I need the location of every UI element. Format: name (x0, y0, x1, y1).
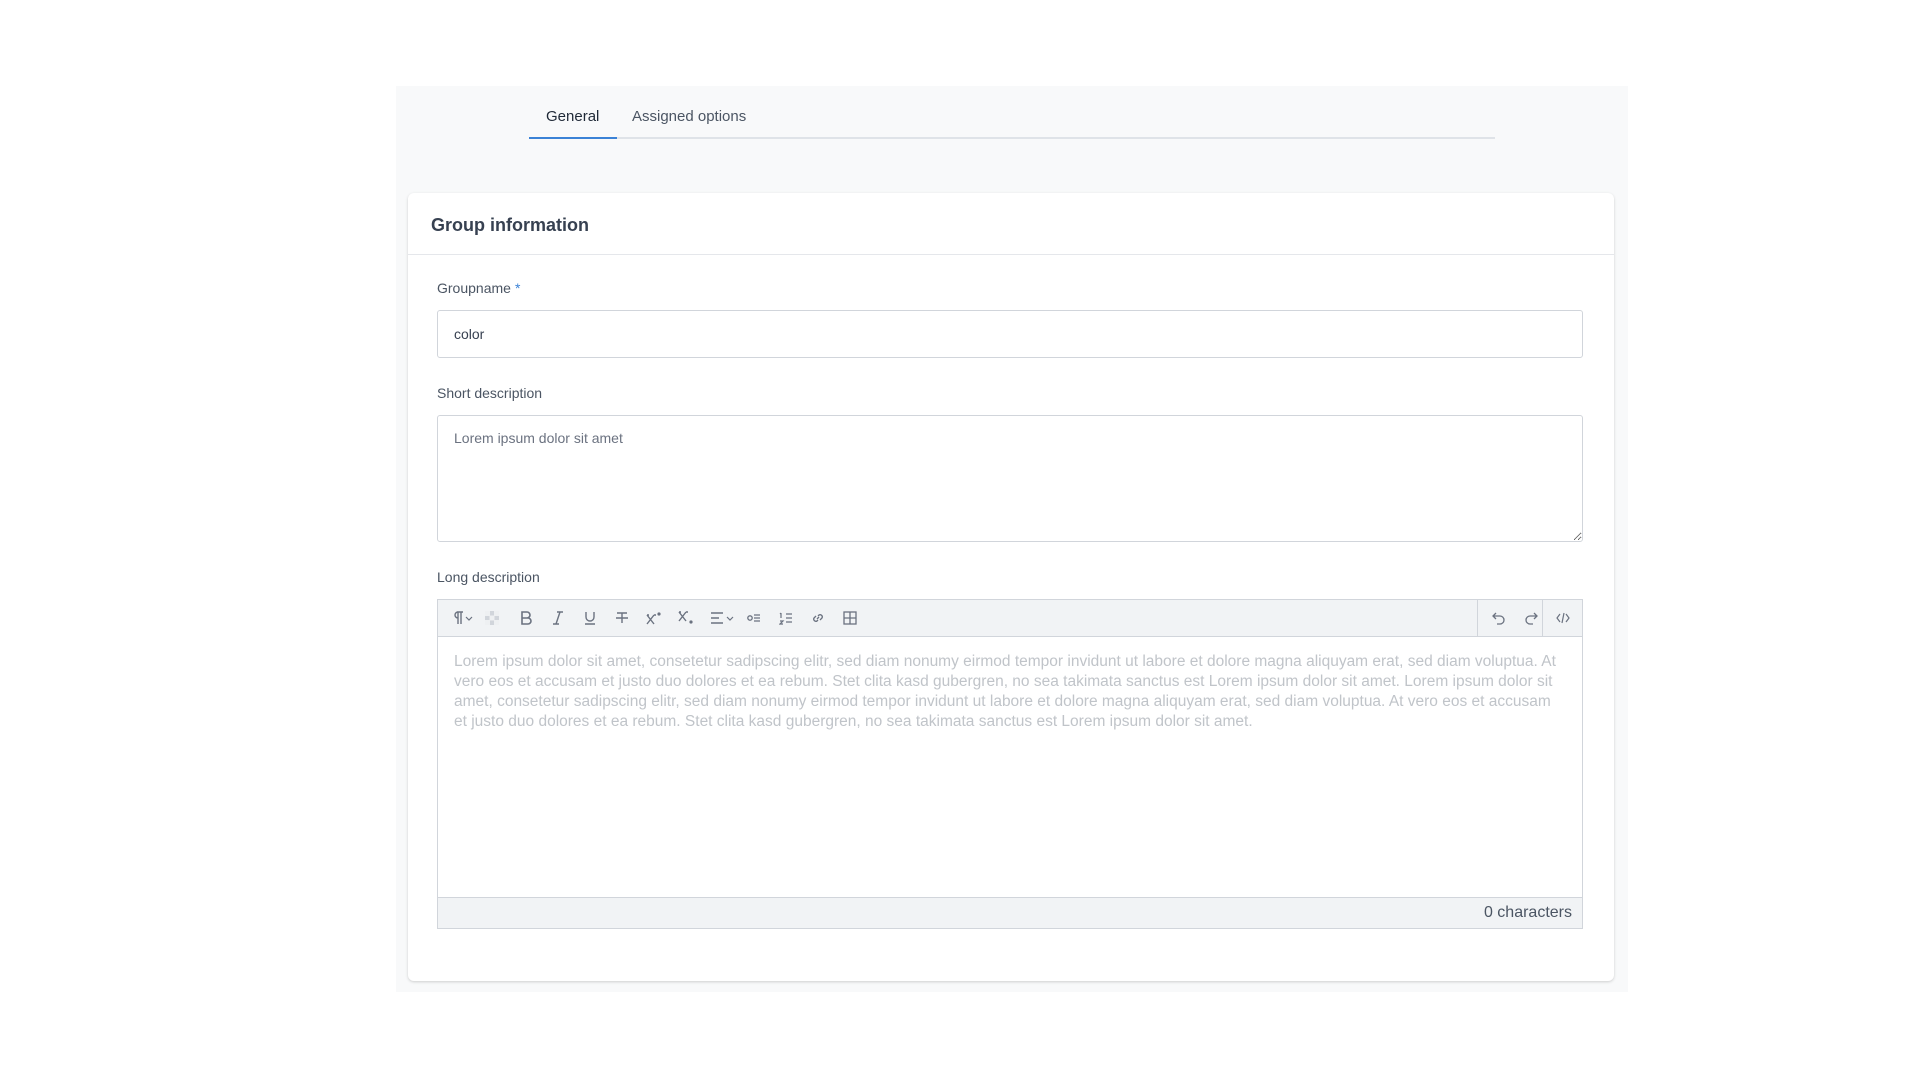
bold-icon[interactable] (516, 600, 536, 636)
italic-icon[interactable] (548, 600, 568, 636)
strikethrough-icon[interactable] (612, 600, 632, 636)
align-icon[interactable] (708, 600, 738, 636)
clear-format-icon[interactable] (482, 600, 502, 636)
toolbar-separator (1542, 600, 1543, 636)
superscript-icon[interactable] (644, 600, 664, 636)
redo-icon[interactable] (1520, 600, 1542, 636)
editor-toolbar (438, 600, 1582, 637)
paragraph-format-icon[interactable] (448, 600, 476, 636)
code-view-icon[interactable] (1552, 600, 1574, 636)
link-icon[interactable] (808, 600, 828, 636)
numbered-list-icon[interactable] (776, 600, 796, 636)
table-icon[interactable] (840, 600, 860, 636)
card-header: Group information (408, 193, 1614, 255)
subscript-icon[interactable] (676, 600, 696, 636)
groupname-input[interactable] (437, 310, 1583, 358)
tab-general[interactable]: General (528, 108, 618, 139)
toolbar-separator (1477, 600, 1478, 636)
long-description-placeholder[interactable]: Lorem ipsum dolor sit amet, consetetur s… (454, 652, 1566, 732)
bullet-list-icon[interactable] (744, 600, 764, 636)
required-marker: * (514, 280, 521, 296)
card-title: Group information (431, 215, 589, 235)
short-description-label: Short description (437, 385, 543, 401)
groupname-label-text: Groupname (437, 280, 511, 296)
undo-icon[interactable] (1488, 600, 1510, 636)
group-information-card: Group information Groupname* Short descr… (408, 193, 1614, 981)
groupname-label: Groupname * (437, 280, 520, 296)
content-panel: General Assigned options Group informati… (396, 86, 1628, 992)
long-description-editor: Lorem ipsum dolor sit amet, consetetur s… (437, 599, 1583, 929)
underline-icon[interactable] (580, 600, 600, 636)
long-description-label: Long description (437, 569, 540, 585)
tab-assigned-options[interactable]: Assigned options (632, 108, 746, 135)
short-description-textarea[interactable] (437, 415, 1583, 542)
character-count: 0 characters (1483, 904, 1572, 921)
tab-bar: General Assigned options (528, 86, 1495, 139)
editor-statusbar: 0 characters (438, 897, 1582, 928)
